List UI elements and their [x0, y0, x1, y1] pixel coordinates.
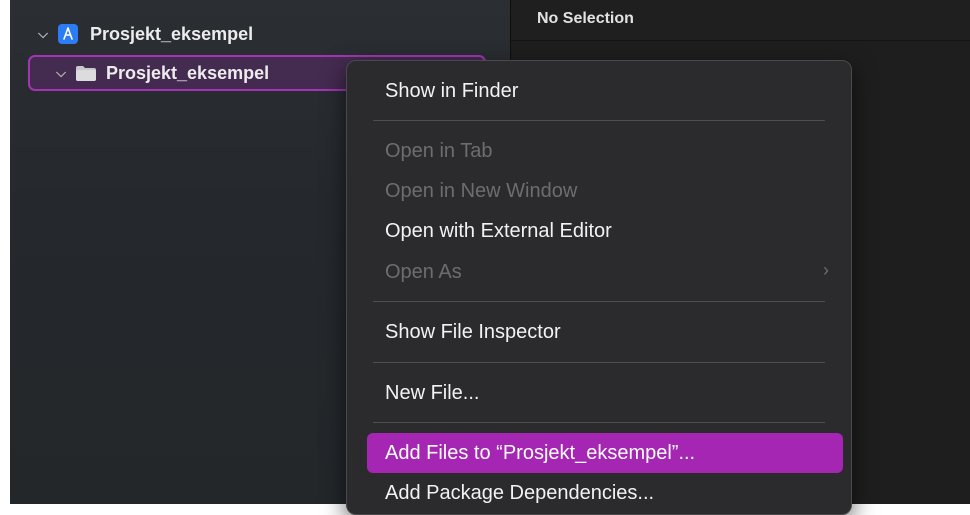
menu-item-show-in-finder[interactable]: Show in Finder: [385, 75, 518, 107]
chevron-down-icon[interactable]: ⌵: [34, 26, 52, 42]
menu-item-open-in-tab[interactable]: Open in Tab: [385, 135, 493, 167]
menu-item-open-as[interactable]: Open As: [385, 256, 462, 288]
menu-item-open-in-new-window[interactable]: Open in New Window: [385, 175, 577, 207]
folder-icon: [76, 65, 96, 81]
xcode-project-icon: [58, 24, 78, 44]
menu-item-open-with-external-editor[interactable]: Open with External Editor: [385, 215, 612, 247]
project-row[interactable]: ⌵ Prosjekt_eksempel: [34, 20, 253, 48]
menu-item-new-file[interactable]: New File...: [385, 377, 479, 409]
folder-name: Prosjekt_eksempel: [106, 62, 270, 83]
menu-item-show-file-inspector[interactable]: Show File Inspector: [385, 316, 561, 348]
menu-item-add-package-dependencies[interactable]: Add Package Dependencies...: [385, 477, 654, 509]
menu-separator: [373, 362, 825, 363]
menu-separator: [373, 301, 825, 302]
context-menu: Show in Finder Open in Tab Open in New W…: [346, 60, 852, 515]
editor-jump-bar: No Selection: [511, 0, 970, 41]
chevron-down-icon[interactable]: ⌵: [52, 65, 70, 81]
no-selection-label: No Selection: [537, 10, 634, 27]
chevron-right-icon: ›: [823, 260, 829, 280]
menu-item-add-files[interactable]: Add Files to “Prosjekt_eksempel”...: [385, 437, 695, 469]
project-name: Prosjekt_eksempel: [90, 23, 254, 44]
menu-separator: [373, 120, 825, 121]
menu-separator: [373, 422, 825, 423]
